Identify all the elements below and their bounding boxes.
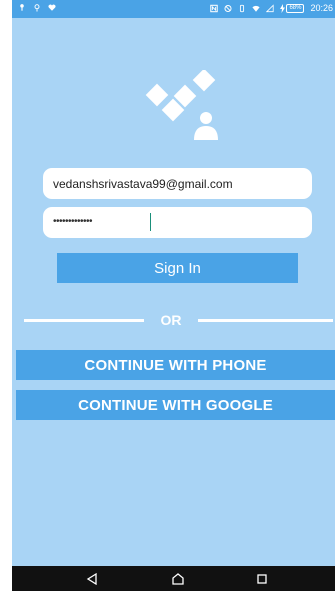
charging-icon [280, 3, 286, 13]
status-left-icons [18, 3, 56, 12]
dnd-icon [224, 4, 232, 12]
notification-icon [20, 4, 24, 11]
back-button[interactable] [83, 570, 101, 588]
user-icon [194, 112, 218, 140]
logo-diamond-left [145, 83, 169, 107]
divider-line-right [198, 319, 333, 322]
location-icon [34, 4, 40, 12]
status-right-icons: 68% 20:26 [210, 3, 333, 13]
status-time: 20:26 [310, 3, 333, 13]
back-icon [86, 573, 97, 585]
battery-level: 68% [286, 3, 305, 13]
logo-diamond-top [192, 70, 216, 92]
heart-icon [48, 4, 56, 11]
battery-icon: 68% [280, 3, 305, 13]
email-field[interactable] [43, 168, 312, 199]
recents-button[interactable] [253, 570, 271, 588]
app-logo [145, 70, 218, 140]
text-cursor [150, 213, 151, 231]
home-icon [172, 573, 184, 585]
wifi-icon [252, 5, 261, 12]
status-bar: 68% 20:26 [12, 0, 335, 18]
login-screen: 68% 20:26 ••••••••••••• Sign In OR [12, 0, 335, 591]
continue-with-google-button[interactable]: CONTINUE WITH GOOGLE [16, 390, 335, 420]
divider-line-left [24, 319, 144, 322]
password-mask: ••••••••••••• [53, 216, 93, 227]
or-divider-text: OR [160, 312, 182, 328]
signal-icon [266, 3, 275, 12]
sign-in-button[interactable]: Sign In [57, 253, 298, 283]
home-button[interactable] [169, 570, 187, 588]
recents-icon [257, 574, 267, 584]
nfc-icon [210, 4, 219, 12]
password-field[interactable]: ••••••••••••• [43, 207, 312, 238]
continue-with-phone-button[interactable]: CONTINUE WITH PHONE [16, 350, 335, 380]
vibrate-icon [240, 4, 245, 12]
navigation-bar [12, 566, 335, 591]
